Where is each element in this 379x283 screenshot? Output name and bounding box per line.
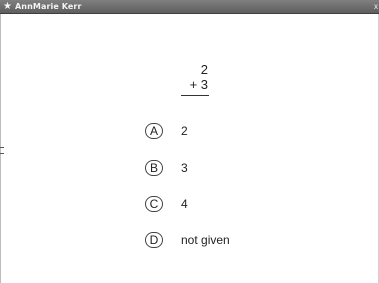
answer-option-d[interactable]: D not given	[145, 232, 345, 250]
star-icon: ★	[3, 1, 12, 12]
option-a-bubble[interactable]: A	[145, 123, 163, 139]
option-a-text: 2	[181, 124, 188, 138]
bottom-addend: + 3	[189, 77, 208, 92]
app-window: ★ AnnMarie Kerr x 2 + 3 A 2 B 3 C 4 D no…	[0, 0, 379, 283]
answer-option-b[interactable]: B 3	[145, 160, 345, 178]
option-b-text: 3	[181, 161, 188, 175]
window-title: AnnMarie Kerr	[15, 2, 82, 11]
resize-grip-icon[interactable]	[0, 147, 4, 154]
option-b-bubble[interactable]: B	[145, 160, 163, 176]
addition-problem: 2 + 3	[170, 62, 220, 100]
option-d-text: not given	[181, 233, 230, 247]
answer-option-c[interactable]: C 4	[145, 196, 345, 214]
answer-option-a[interactable]: A 2	[145, 123, 345, 141]
close-button[interactable]: x	[374, 1, 379, 13]
sum-line	[181, 95, 209, 96]
option-d-bubble[interactable]: D	[145, 232, 163, 248]
option-c-text: 4	[181, 197, 188, 211]
title-bar[interactable]: ★ AnnMarie Kerr x	[0, 0, 379, 14]
top-addend: 2	[200, 62, 208, 77]
option-c-bubble[interactable]: C	[145, 196, 163, 212]
